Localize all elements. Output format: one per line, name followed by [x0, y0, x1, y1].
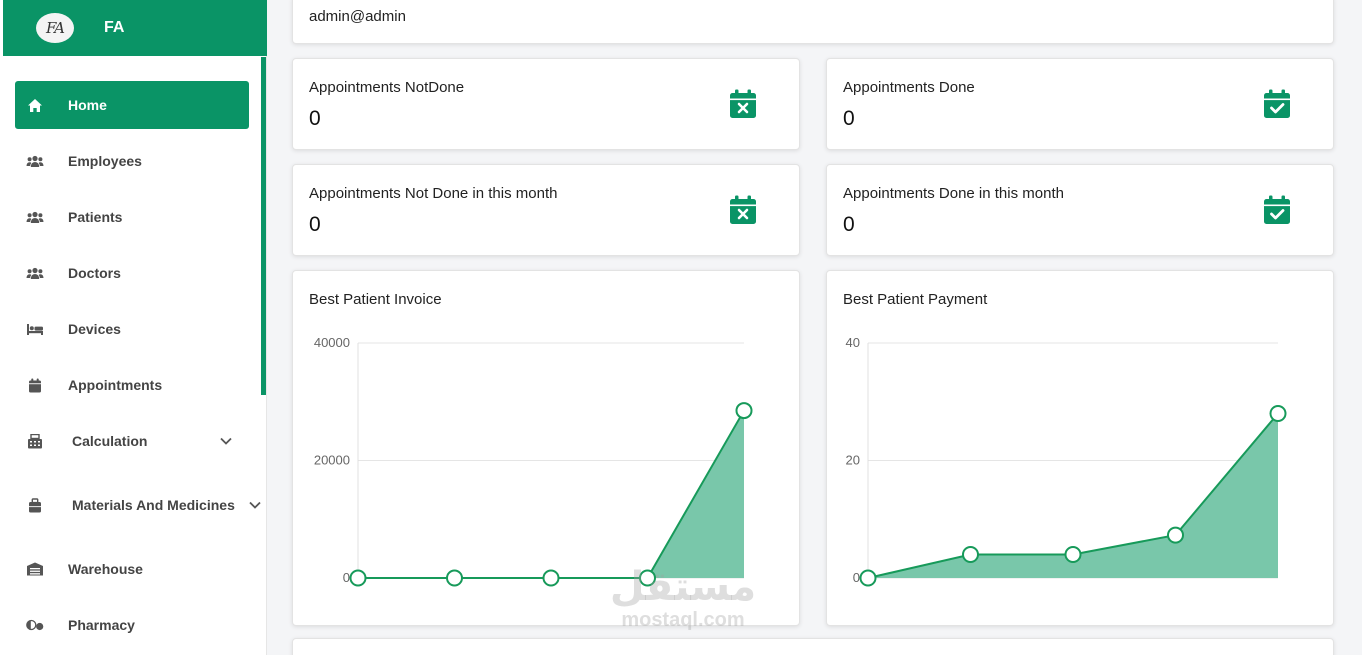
sidebar-item-label: Pharmacy [68, 617, 135, 633]
users-icon [26, 152, 44, 170]
payment-chart[interactable]: 0 20 40 [827, 271, 1335, 627]
sidebar-item-label: Calculation [72, 433, 148, 449]
y-tick-label: 0 [853, 570, 860, 585]
watermark-arabic: مستقل [609, 564, 757, 610]
data-point [859, 569, 877, 587]
brand-logo[interactable]: FA [36, 13, 74, 43]
y-tick-label: 40 [846, 335, 860, 350]
calculator-icon [26, 432, 44, 450]
y-tick-label: 40000 [314, 335, 350, 350]
briefcase-icon [26, 496, 44, 514]
sidebar-item-patients[interactable]: Patients [15, 193, 249, 241]
data-point [962, 546, 979, 563]
sidebar-item-label: Patients [68, 209, 123, 225]
stat-value: 0 [309, 107, 321, 130]
data-point [1064, 546, 1082, 563]
sidebar-item-label: Appointments [68, 377, 163, 393]
data-point [735, 402, 753, 420]
stat-title: Appointments NotDone [309, 79, 465, 96]
chart-card-payment: Best Patient Payment 0 20 40 [826, 270, 1334, 626]
y-tick-label: 0 [343, 570, 350, 585]
stat-value: 0 [843, 213, 855, 236]
stat-value: 0 [843, 107, 855, 130]
sidebar-item-calculation[interactable]: Calculation [15, 417, 249, 465]
sidebar-scrollbar[interactable] [261, 57, 266, 395]
calendar-check-icon [1264, 89, 1290, 118]
sidebar-item-label: Warehouse [68, 561, 143, 577]
sidebar-item-label: Employees [68, 153, 142, 169]
sidebar-item-pharmacy[interactable]: Pharmacy [15, 601, 249, 649]
calendar-icon [26, 376, 44, 394]
calendar-x-icon [730, 195, 756, 224]
chevron-down-icon[interactable] [248, 498, 262, 512]
stat-title: Appointments Not Done in this month [309, 185, 558, 202]
sidebar-item-label: Home [68, 97, 107, 113]
y-tick-label: 20000 [314, 453, 350, 468]
brand-header: FA FA [3, 0, 267, 56]
stat-card-appointments-notdone: Appointments NotDone 0 [292, 58, 800, 150]
sidebar-item-employees[interactable]: Employees [15, 137, 249, 185]
sidebar: FA FA Home Employees Patients Doctors De… [0, 0, 267, 655]
calendar-check-icon [1264, 195, 1290, 224]
user-email[interactable]: admin@admin [309, 8, 406, 25]
data-point [1269, 405, 1287, 422]
stat-title: Appointments Done [843, 79, 975, 96]
next-card [292, 638, 1334, 655]
top-bar: admin@admin [292, 0, 1334, 44]
watermark-latin: mostaql.com [621, 609, 745, 631]
data-point [446, 569, 463, 587]
sidebar-item-warehouse[interactable]: Warehouse [15, 545, 249, 593]
stat-card-appointments-notdone-month: Appointments Not Done in this month 0 [292, 164, 800, 256]
data-point [542, 569, 560, 587]
sidebar-item-label: Doctors [68, 265, 121, 281]
sidebar-item-materials-and-medicines[interactable]: Materials And Medicines [15, 481, 261, 529]
stat-card-appointments-done-month: Appointments Done in this month 0 [826, 164, 1334, 256]
brand-name: FA [104, 19, 125, 36]
data-point [349, 569, 367, 587]
data-point [1167, 526, 1184, 544]
y-tick-label: 20 [846, 453, 860, 468]
chevron-down-icon[interactable] [219, 434, 233, 448]
pills-icon [26, 616, 44, 634]
calendar-x-icon [730, 89, 756, 118]
stat-card-appointments-done: Appointments Done 0 [826, 58, 1334, 150]
home-icon [26, 96, 44, 114]
users-icon [26, 208, 44, 226]
warehouse-icon [26, 560, 44, 578]
sidebar-item-label: Devices [68, 321, 121, 337]
series-area [358, 410, 744, 578]
sidebar-item-home[interactable]: Home [15, 81, 249, 129]
sidebar-item-label: Materials And Medicines [72, 497, 235, 513]
bed-icon [26, 320, 44, 338]
stat-title: Appointments Done in this month [843, 185, 1064, 202]
sidebar-item-devices[interactable]: Devices [15, 305, 249, 353]
users-icon [26, 264, 44, 282]
watermark: مستقل mostaql.com [598, 565, 768, 631]
app-window: FA FA Home Employees Patients Doctors De… [0, 0, 1362, 655]
sidebar-item-doctors[interactable]: Doctors [15, 249, 249, 297]
sidebar-item-appointments[interactable]: Appointments [15, 361, 249, 409]
stat-value: 0 [309, 213, 321, 236]
